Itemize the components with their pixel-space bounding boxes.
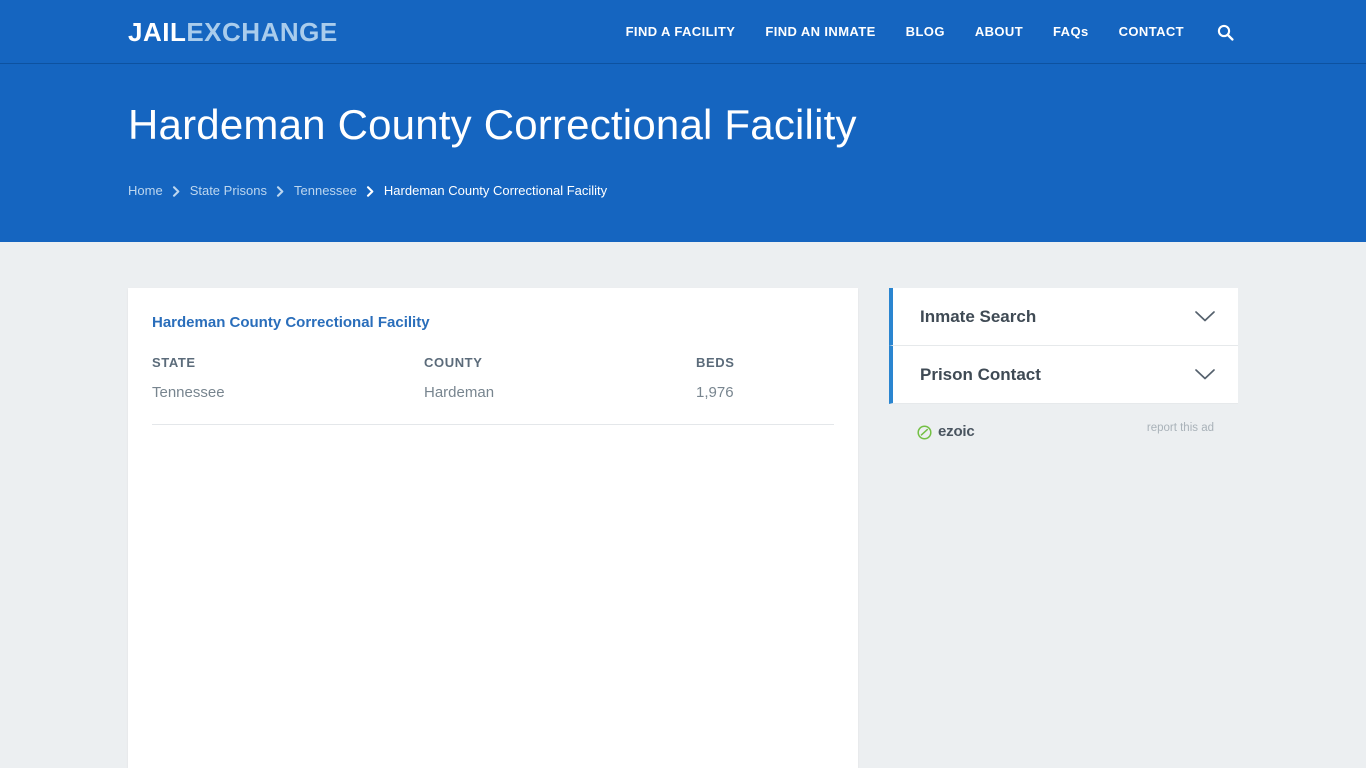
report-this-ad-link[interactable]: report this ad (1147, 420, 1214, 436)
main-menu: FIND A FACILITY FIND AN INMATE BLOG ABOU… (611, 0, 1246, 64)
nav-item-find-a-facility[interactable]: FIND A FACILITY (611, 0, 751, 64)
nav-item-faqs[interactable]: FAQs (1038, 0, 1104, 64)
breadcrumb-item-state-prisons[interactable]: State Prisons (190, 182, 267, 200)
fact-county: COUNTY Hardeman (424, 354, 696, 403)
fact-state: STATE Tennessee (152, 354, 424, 403)
ezoic-mark-icon (917, 424, 932, 440)
breadcrumb-item-home[interactable]: Home (128, 182, 163, 200)
top-navigation-bar: JAILEXCHANGE FIND A FACILITY FIND AN INM… (0, 0, 1366, 64)
fact-label-state: STATE (152, 355, 196, 370)
facility-details-card: Hardeman County Correctional Facility ST… (128, 288, 858, 768)
fact-value-state: Tennessee (152, 384, 225, 401)
fact-value-county: Hardeman (424, 384, 495, 401)
chevron-right-icon (172, 185, 181, 197)
accordion-prison-contact[interactable]: Prison Contact (889, 346, 1238, 404)
breadcrumb-item-current: Hardeman County Correctional Facility (383, 183, 608, 198)
site-logo[interactable]: JAILEXCHANGE (128, 18, 338, 46)
sidebar: Inmate Search Prison Contact ezoic repor… (889, 288, 1238, 450)
breadcrumb: Home State Prisons Tennessee Hardeman Co… (128, 182, 607, 200)
page-title: Hardeman County Correctional Facility (128, 101, 857, 148)
page-body: Hardeman County Correctional Facility ST… (0, 242, 1366, 768)
accordion-title-prison-contact: Prison Contact (920, 364, 1041, 384)
ad-footer: ezoic report this ad (889, 414, 1238, 450)
fact-beds: BEDS 1,976 (696, 354, 834, 403)
fact-label-county: COUNTY (424, 355, 483, 370)
page-hero-banner: Hardeman County Correctional Facility Ho… (0, 64, 1366, 242)
chevron-right-icon (366, 185, 375, 197)
nav-item-contact[interactable]: CONTACT (1104, 0, 1199, 64)
nav-item-find-an-inmate[interactable]: FIND AN INMATE (750, 0, 890, 64)
logo-text-secondary: EXCHANGE (186, 17, 338, 47)
accordion-title-inmate-search: Inmate Search (920, 306, 1037, 326)
logo-text-primary: JAIL (128, 17, 187, 47)
ezoic-logo[interactable]: ezoic (917, 424, 975, 440)
facility-name-link[interactable]: Hardeman County Correctional Facility (152, 313, 430, 333)
search-icon[interactable] (1199, 24, 1246, 41)
card-divider (152, 424, 834, 425)
facility-facts-row: STATE Tennessee COUNTY Hardeman BEDS 1,9… (152, 354, 834, 403)
breadcrumb-item-tennessee[interactable]: Tennessee (294, 182, 357, 200)
accordion-inmate-search[interactable]: Inmate Search (889, 288, 1238, 346)
nav-item-about[interactable]: ABOUT (960, 0, 1038, 64)
chevron-down-icon[interactable] (1194, 310, 1216, 323)
chevron-down-icon[interactable] (1194, 368, 1216, 381)
nav-item-blog[interactable]: BLOG (891, 0, 960, 64)
chevron-right-icon (276, 185, 285, 197)
ezoic-wordmark: ezoic (938, 423, 975, 440)
fact-value-beds: 1,976 (696, 384, 734, 401)
fact-label-beds: BEDS (696, 355, 735, 370)
